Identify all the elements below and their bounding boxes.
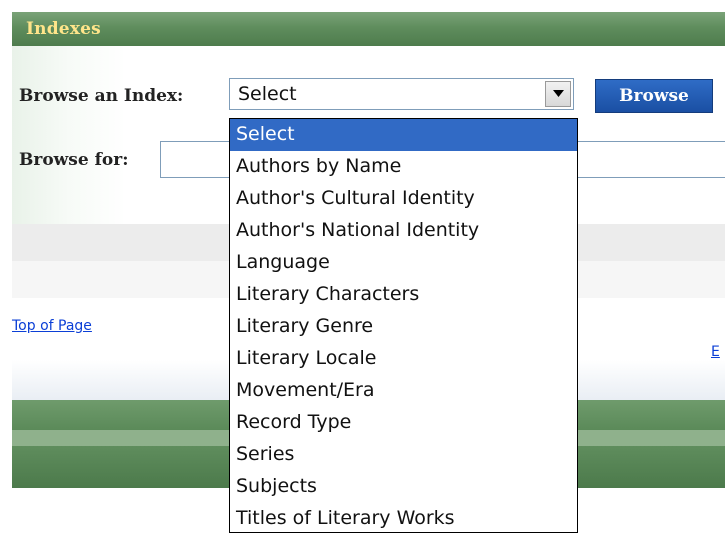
dropdown-option-language[interactable]: Language: [230, 247, 577, 279]
browse-index-select[interactable]: Select: [229, 78, 574, 110]
browse-index-selected-value: Select: [238, 83, 297, 105]
indexes-header-bar: [12, 12, 725, 46]
dropdown-option-authors-cultural-identity[interactable]: Author's Cultural Identity: [230, 183, 577, 215]
dropdown-option-authors-by-name[interactable]: Authors by Name: [230, 151, 577, 183]
browse-button[interactable]: Browse: [595, 79, 713, 113]
dropdown-arrow-button[interactable]: [545, 81, 571, 107]
chevron-down-icon: [553, 90, 564, 97]
partial-link[interactable]: E: [711, 344, 725, 360]
dropdown-option-record-type[interactable]: Record Type: [230, 407, 577, 439]
dropdown-option-authors-national-identity[interactable]: Author's National Identity: [230, 215, 577, 247]
browse-for-label: Browse for:: [19, 150, 129, 170]
dropdown-option-select[interactable]: Select: [230, 119, 577, 151]
dropdown-option-literary-characters[interactable]: Literary Characters: [230, 279, 577, 311]
index-dropdown-list[interactable]: Select Authors by Name Author's Cultural…: [229, 118, 578, 533]
indexes-title: Indexes: [26, 19, 101, 39]
dropdown-option-literary-genre[interactable]: Literary Genre: [230, 311, 577, 343]
dropdown-option-subjects[interactable]: Subjects: [230, 471, 577, 503]
top-of-page-link[interactable]: Top of Page: [12, 318, 92, 334]
browse-index-label: Browse an Index:: [19, 86, 184, 106]
dropdown-option-series[interactable]: Series: [230, 439, 577, 471]
dropdown-option-movement-era[interactable]: Movement/Era: [230, 375, 577, 407]
dropdown-option-titles-of-literary-works[interactable]: Titles of Literary Works: [230, 503, 577, 532]
dropdown-option-literary-locale[interactable]: Literary Locale: [230, 343, 577, 375]
